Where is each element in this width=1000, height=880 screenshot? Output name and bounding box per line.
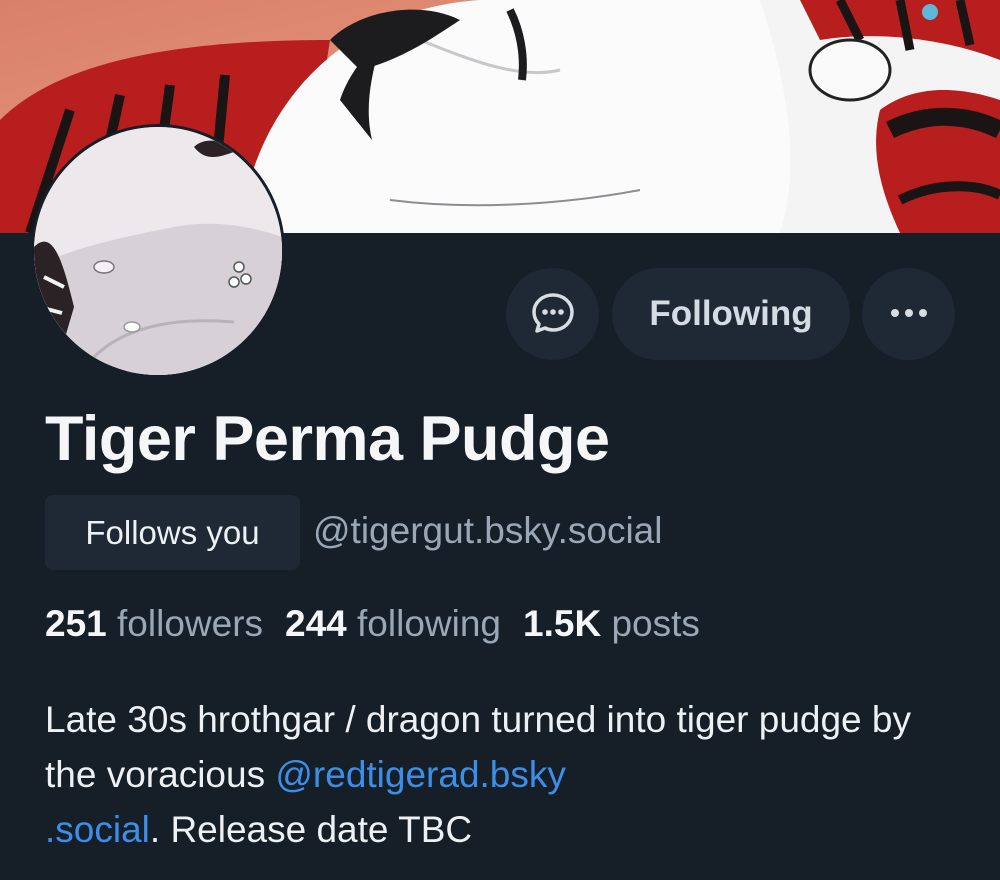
posts-stat: 1.5K posts (523, 603, 700, 645)
following-button[interactable]: Following (612, 268, 850, 360)
more-options-button[interactable] (862, 268, 955, 360)
followers-count: 251 (45, 603, 107, 644)
following-button-label: Following (649, 294, 813, 333)
user-handle: @tigergut.bsky.social (313, 510, 663, 551)
follows-you-label: Follows you (85, 513, 260, 551)
followers-label: followers (117, 603, 264, 644)
message-button[interactable] (506, 268, 599, 360)
bio-mention-part1: @redtigerad.bsky (275, 754, 566, 795)
ellipsis-icon (889, 307, 929, 322)
chat-bubble-icon (530, 290, 576, 339)
display-name: Tiger Perma Pudge (45, 404, 610, 474)
bio-text-end: . Release date TBC (149, 809, 473, 850)
profile-stats: 251 followers 244 following 1.5K posts (45, 603, 722, 645)
following-stat[interactable]: 244 following (285, 603, 501, 645)
bio-mention-part2: .social (45, 809, 150, 850)
follows-you-badge: Follows you (45, 495, 300, 570)
following-label: following (357, 603, 502, 644)
posts-label: posts (611, 603, 700, 644)
following-count: 244 (285, 603, 347, 644)
posts-count: 1.5K (523, 603, 602, 644)
profile-bio: Late 30s hrothgar / dragon turned into t… (45, 692, 945, 857)
avatar[interactable] (31, 124, 285, 378)
followers-stat[interactable]: 251 followers (45, 603, 263, 645)
